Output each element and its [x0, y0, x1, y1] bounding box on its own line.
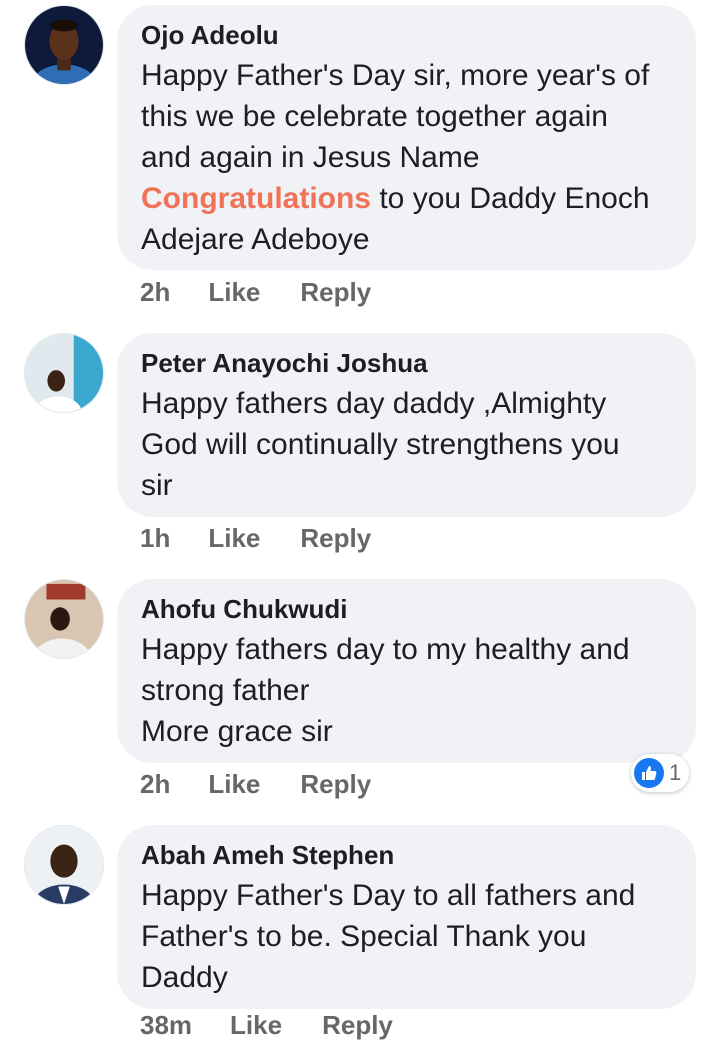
- reply-button[interactable]: Reply: [300, 277, 371, 308]
- comment-author[interactable]: Ahofu Chukwudi: [141, 593, 672, 625]
- comment-text-line: Adejare Adeboye: [141, 223, 370, 256]
- comment-bubble: Abah Ameh Stephen Happy Father's Day to …: [117, 825, 696, 1009]
- comment-timestamp[interactable]: 38m: [140, 1010, 192, 1041]
- comment-author[interactable]: Peter Anayochi Joshua: [141, 347, 672, 379]
- avatar[interactable]: [24, 5, 104, 85]
- comment-actions: 2h Like Reply: [140, 766, 371, 802]
- comment-actions: 38m Like Reply: [140, 1007, 393, 1043]
- highlighted-word: Congratulations: [141, 182, 371, 215]
- comment-text-line: Happy fathers day daddy ,Almighty: [141, 387, 607, 420]
- comment-text-line: Congratulations to you Daddy Enoch: [141, 178, 672, 219]
- comment-bubble: Peter Anayochi Joshua Happy fathers day …: [117, 333, 696, 517]
- comment-text-rest: to you Daddy Enoch: [371, 182, 650, 215]
- comment-text-line: Happy fathers day to my healthy and: [141, 633, 630, 666]
- comment-text-line: More grace sir: [141, 715, 333, 748]
- comment-timestamp[interactable]: 1h: [140, 523, 170, 554]
- comment-text-line: Happy Father's Day sir, more year's of: [141, 59, 650, 92]
- reaction-badge[interactable]: 1: [631, 754, 690, 792]
- reply-button[interactable]: Reply: [300, 523, 371, 554]
- comment-actions: 2h Like Reply: [140, 274, 371, 310]
- like-button[interactable]: Like: [230, 1010, 282, 1041]
- comment-author[interactable]: Ojo Adeolu: [141, 19, 672, 51]
- comment-actions: 1h Like Reply: [140, 520, 371, 556]
- comment-bubble: Ahofu Chukwudi Happy fathers day to my h…: [117, 579, 696, 763]
- comment-timestamp[interactable]: 2h: [140, 769, 170, 800]
- thumbs-up-icon: [634, 758, 664, 788]
- reply-button[interactable]: Reply: [322, 1010, 393, 1041]
- avatar[interactable]: [24, 825, 104, 905]
- comment-timestamp[interactable]: 2h: [140, 277, 170, 308]
- comment-text-line: Daddy: [141, 961, 228, 994]
- comment-text-line: Happy Father's Day to all fathers and: [141, 879, 636, 912]
- like-button[interactable]: Like: [208, 769, 260, 800]
- like-button[interactable]: Like: [208, 277, 260, 308]
- avatar[interactable]: [24, 333, 104, 413]
- reply-button[interactable]: Reply: [300, 769, 371, 800]
- comment-text-line: and again in Jesus Name: [141, 141, 480, 174]
- reaction-count: 1: [669, 760, 682, 785]
- comment-author[interactable]: Abah Ameh Stephen: [141, 839, 672, 871]
- comment-text-line: Father's to be. Special Thank you: [141, 920, 587, 953]
- comment-text-line: strong father: [141, 674, 310, 707]
- comment-bubble: Ojo Adeolu Happy Father's Day sir, more …: [117, 5, 696, 270]
- comment-text-line: God will continually strengthens you: [141, 428, 620, 461]
- comment-text-line: this we be celebrate together again: [141, 100, 608, 133]
- comment-text-line: sir: [141, 469, 173, 502]
- like-button[interactable]: Like: [208, 523, 260, 554]
- avatar[interactable]: [24, 579, 104, 659]
